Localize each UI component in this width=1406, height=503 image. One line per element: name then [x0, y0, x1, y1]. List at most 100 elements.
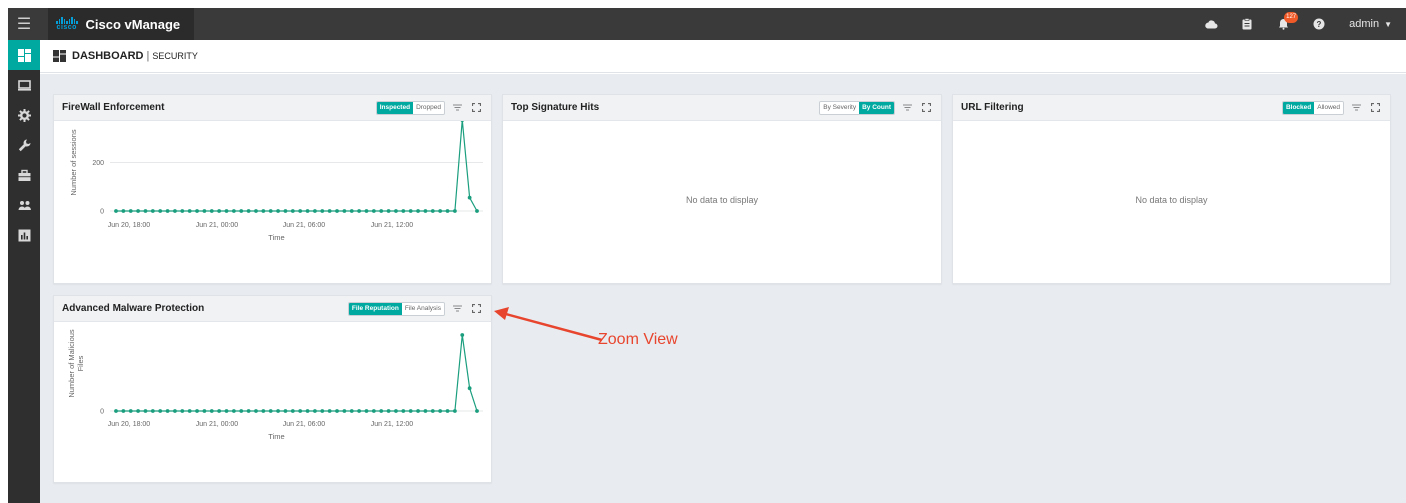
- data-point: [460, 121, 464, 122]
- data-point: [290, 209, 295, 213]
- toggle-dropped[interactable]: Dropped: [413, 101, 444, 114]
- widget-title: Top Signature Hits: [511, 102, 600, 113]
- sidebar: [8, 40, 40, 503]
- filter-icon[interactable]: [900, 101, 914, 115]
- x-tick-label: Jun 21, 06:00: [283, 222, 326, 229]
- data-point: [467, 386, 472, 391]
- data-point: [254, 409, 258, 413]
- data-point: [217, 209, 222, 213]
- wrench-icon: [18, 139, 30, 151]
- data-point: [114, 209, 118, 213]
- app-title: Cisco vManage: [85, 16, 181, 32]
- help-icon[interactable]: ?: [1301, 18, 1337, 30]
- sidebar-item-administration[interactable]: [8, 190, 40, 220]
- data-point: [239, 209, 244, 213]
- zoom-view-icon[interactable]: [469, 101, 483, 115]
- data-point: [342, 209, 347, 213]
- data-point: [158, 409, 163, 413]
- data-point: [357, 209, 362, 213]
- data-point: [460, 333, 465, 337]
- tasks-icon[interactable]: [1229, 18, 1265, 30]
- data-point: [290, 409, 295, 413]
- cloud-icon[interactable]: [1193, 19, 1229, 29]
- widget-firewall-enforcement: FireWall Enforcement Inspected Dropped 0…: [53, 94, 492, 284]
- data-point: [121, 409, 126, 413]
- data-point: [423, 409, 428, 413]
- data-point: [475, 209, 479, 213]
- y-tick-label: 0: [100, 209, 104, 216]
- data-point: [261, 409, 266, 413]
- data-point: [342, 409, 347, 413]
- data-point: [298, 209, 303, 213]
- data-point: [276, 409, 280, 413]
- data-point: [209, 409, 214, 413]
- notifications-button[interactable]: 127: [1265, 12, 1301, 30]
- sidebar-item-monitor[interactable]: [8, 70, 40, 100]
- data-point: [187, 209, 192, 213]
- signature-toggle: By Severity By Count: [819, 100, 895, 115]
- data-point: [173, 209, 177, 213]
- data-point: [305, 409, 310, 413]
- sidebar-item-maintenance[interactable]: [8, 160, 40, 190]
- data-point: [121, 209, 126, 213]
- zoom-view-icon[interactable]: [1368, 101, 1382, 115]
- data-point: [143, 409, 148, 413]
- filter-icon[interactable]: [450, 302, 464, 316]
- data-point: [224, 409, 229, 413]
- data-point: [423, 209, 428, 213]
- user-name: admin: [1349, 18, 1380, 30]
- users-icon: [18, 200, 31, 210]
- dashboard-content: FireWall Enforcement Inspected Dropped 0…: [40, 74, 1406, 503]
- widget-title: Advanced Malware Protection: [62, 303, 205, 314]
- toggle-by-severity[interactable]: By Severity: [820, 101, 860, 114]
- data-point: [438, 409, 443, 413]
- data-point: [283, 209, 288, 213]
- amp-toggle: File Reputation File Analysis: [347, 301, 445, 316]
- gear-icon: [17, 108, 31, 122]
- data-point: [386, 209, 391, 213]
- data-point: [445, 409, 450, 413]
- data-point: [276, 209, 280, 213]
- chevron-down-icon: ▼: [1384, 19, 1392, 29]
- data-point: [268, 209, 273, 213]
- toggle-inspected[interactable]: Inspected: [376, 101, 414, 114]
- data-point: [305, 209, 310, 213]
- data-point: [475, 409, 479, 413]
- data-point: [217, 409, 222, 413]
- toggle-allowed[interactable]: Allowed: [1314, 101, 1343, 114]
- data-point: [202, 409, 207, 413]
- page-header: DASHBOARD | SECURITY: [40, 40, 1406, 73]
- data-point: [357, 409, 362, 413]
- sidebar-item-configuration[interactable]: [8, 100, 40, 130]
- data-point: [246, 409, 251, 413]
- data-point: [313, 409, 317, 413]
- zoom-view-icon[interactable]: [919, 101, 933, 115]
- toggle-file-analysis[interactable]: File Analysis: [401, 302, 444, 315]
- toggle-by-count[interactable]: By Count: [859, 101, 894, 114]
- widget-title: URL Filtering: [961, 102, 1024, 113]
- data-point: [408, 409, 413, 413]
- data-point: [261, 209, 266, 213]
- sidebar-item-dashboard[interactable]: [8, 40, 40, 70]
- data-point: [180, 209, 185, 213]
- toggle-file-reputation[interactable]: File Reputation: [348, 302, 402, 315]
- sidebar-item-analytics[interactable]: [8, 220, 40, 250]
- firewall-chart: 0200400Jun 20, 18:00Jun 21, 00:00Jun 21,…: [69, 121, 483, 242]
- bar-chart-icon: [18, 229, 30, 241]
- toggle-blocked[interactable]: Blocked: [1282, 101, 1315, 114]
- filter-icon[interactable]: [450, 101, 464, 115]
- dashboard-icon: [17, 48, 31, 62]
- data-point: [128, 409, 133, 413]
- x-tick-label: Jun 21, 00:00: [196, 421, 239, 428]
- filter-icon[interactable]: [1349, 101, 1363, 115]
- user-menu[interactable]: admin ▼: [1337, 18, 1406, 30]
- page-title: DASHBOARD: [72, 50, 144, 62]
- sidebar-item-tools[interactable]: [8, 130, 40, 160]
- menu-icon[interactable]: ☰: [8, 8, 40, 40]
- data-point: [416, 209, 420, 213]
- brand[interactable]: cisco Cisco vManage: [48, 8, 195, 40]
- data-point: [401, 209, 406, 213]
- data-point: [371, 409, 376, 413]
- widget-advanced-malware-protection: Advanced Malware Protection File Reputat…: [53, 295, 492, 483]
- empty-state-text: No data to display: [1135, 195, 1208, 205]
